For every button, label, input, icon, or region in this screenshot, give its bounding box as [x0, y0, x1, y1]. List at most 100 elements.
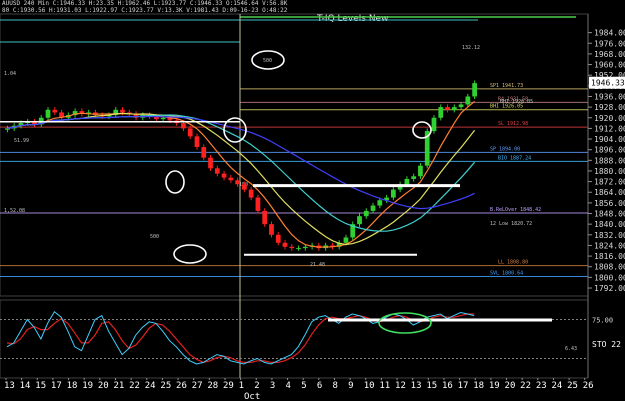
- last-price-label: 1946.33: [591, 79, 625, 88]
- x-tick-label: 18: [473, 381, 484, 391]
- y-tick-label: 1912.00: [594, 124, 625, 133]
- candle-body: [235, 180, 240, 185]
- candle-body: [45, 109, 51, 118]
- stoch-name-label: STO 22: [592, 340, 621, 349]
- candle-body: [221, 173, 227, 178]
- level-annotation: 12 Low 1820.72: [490, 221, 532, 227]
- y-tick-label: 1880.00: [594, 167, 625, 176]
- annotation-circle: [173, 244, 207, 264]
- x-tick-label: 21: [113, 381, 124, 391]
- x-tick-label: 9: [348, 381, 353, 391]
- level-annotation: 500: [263, 58, 272, 64]
- x-tick-label: 2: [254, 381, 259, 391]
- candle-body: [404, 178, 410, 185]
- x-tick-label: 16: [442, 381, 453, 391]
- candle-body: [275, 234, 281, 243]
- candle-body: [120, 109, 125, 113]
- y-tick-label: 1936.00: [594, 92, 625, 101]
- price-level-label: SVL 1800.64: [490, 271, 523, 277]
- price-level-label: LL 1808.80: [498, 260, 528, 266]
- y-tick-label: 1896.00: [594, 146, 625, 155]
- x-tick-label: 13: [411, 381, 422, 391]
- y-tick-label: 1840.00: [594, 220, 625, 229]
- price-level-label: BIO 1887.24: [498, 155, 531, 161]
- y-tick-label: 1904.00: [594, 135, 625, 144]
- y-tick-label: 1792.00: [594, 284, 625, 293]
- candle-body: [465, 96, 471, 105]
- candle-body: [343, 237, 349, 243]
- x-tick-label: 11: [379, 381, 390, 391]
- candle-body: [370, 205, 376, 211]
- x-month-label: Oct: [244, 392, 260, 401]
- y-tick-label: 1976.00: [594, 39, 625, 48]
- level-annotation: 21.48: [310, 262, 325, 268]
- indicator-panel-border: [0, 299, 589, 379]
- x-tick-label: 20: [98, 381, 109, 391]
- x-tick-label: 26: [176, 381, 187, 391]
- candle-body: [201, 147, 207, 158]
- y-tick-label: 1816.00: [594, 252, 625, 261]
- candle-body: [282, 242, 288, 247]
- x-tick-label: 25: [160, 381, 171, 391]
- x-tick-label: 26: [583, 381, 594, 391]
- y-tick-label: 1856.00: [594, 199, 625, 208]
- moving-average-line: [7, 112, 476, 246]
- level-annotation: 1,52.08: [4, 208, 25, 214]
- candle-body: [302, 246, 308, 249]
- x-tick-label: 1: [239, 381, 244, 391]
- x-tick-label: 17: [458, 381, 469, 391]
- price-level-label: SP1 1941.73: [490, 83, 523, 89]
- x-tick-label: 15: [35, 381, 46, 391]
- x-tick-label: 13: [4, 381, 15, 391]
- y-tick-label: 1872.00: [594, 178, 625, 187]
- x-tick-label: 12: [395, 381, 406, 391]
- candle-body: [228, 177, 234, 181]
- level-annotation: 500: [150, 234, 159, 240]
- candle-body: [296, 248, 301, 250]
- candle-body: [472, 83, 477, 97]
- x-tick-label: 10: [364, 381, 375, 391]
- x-tick-label: 17: [51, 381, 62, 391]
- candle-body: [445, 107, 450, 110]
- x-tick-label: 4: [286, 381, 291, 391]
- level-annotation: 6.43: [565, 346, 577, 352]
- candle-body: [262, 210, 268, 225]
- chart-window: AUUSD 240 Min C:1946.33 H:23.35 H:1962.4…: [0, 0, 625, 401]
- level-annotation: BHI 1926.05: [500, 99, 533, 105]
- level-annotation: 132.12: [462, 45, 480, 51]
- candle-body: [451, 107, 457, 110]
- stoch-level-label: 75.00: [592, 317, 613, 325]
- candle-body: [289, 246, 295, 249]
- candle-body: [248, 189, 254, 198]
- candle-body: [363, 210, 369, 217]
- candle-body: [377, 200, 383, 206]
- candle-body: [390, 189, 396, 198]
- y-tick-label: 1968.00: [594, 50, 625, 59]
- candle-body: [418, 165, 423, 177]
- y-tick-label: 1928.00: [594, 103, 625, 112]
- level-annotation: 1.04: [4, 71, 16, 77]
- x-tick-label: 25: [567, 381, 578, 391]
- x-tick-label: 29: [223, 381, 234, 391]
- x-tick-label: 5: [301, 381, 306, 391]
- y-tick-label: 1824.00: [594, 241, 625, 250]
- stoch-annotation-circle: [378, 312, 432, 334]
- y-tick-label: 1800.00: [594, 273, 625, 282]
- x-tick-label: 19: [489, 381, 500, 391]
- x-tick-label: 28: [207, 381, 218, 391]
- x-tick-label: 27: [192, 381, 203, 391]
- candle-body: [181, 123, 186, 129]
- x-tick-label: 20: [505, 381, 516, 391]
- x-tick-label: 19: [82, 381, 93, 391]
- x-tick-label: 3: [270, 381, 275, 391]
- y-tick-label: 1808.00: [594, 263, 625, 272]
- y-tick-label: 1832.00: [594, 231, 625, 240]
- x-tick-label: 22: [520, 381, 531, 391]
- moving-average-line: [7, 100, 475, 248]
- candle-body: [255, 197, 261, 211]
- candle-body: [214, 168, 220, 174]
- price-chart: 1984.001976.001968.001960.001952.001944.…: [0, 13, 625, 401]
- y-tick-label: 1888.00: [594, 156, 625, 165]
- y-tick-label: 1848.00: [594, 210, 625, 219]
- level-annotation: 51.99: [14, 138, 29, 144]
